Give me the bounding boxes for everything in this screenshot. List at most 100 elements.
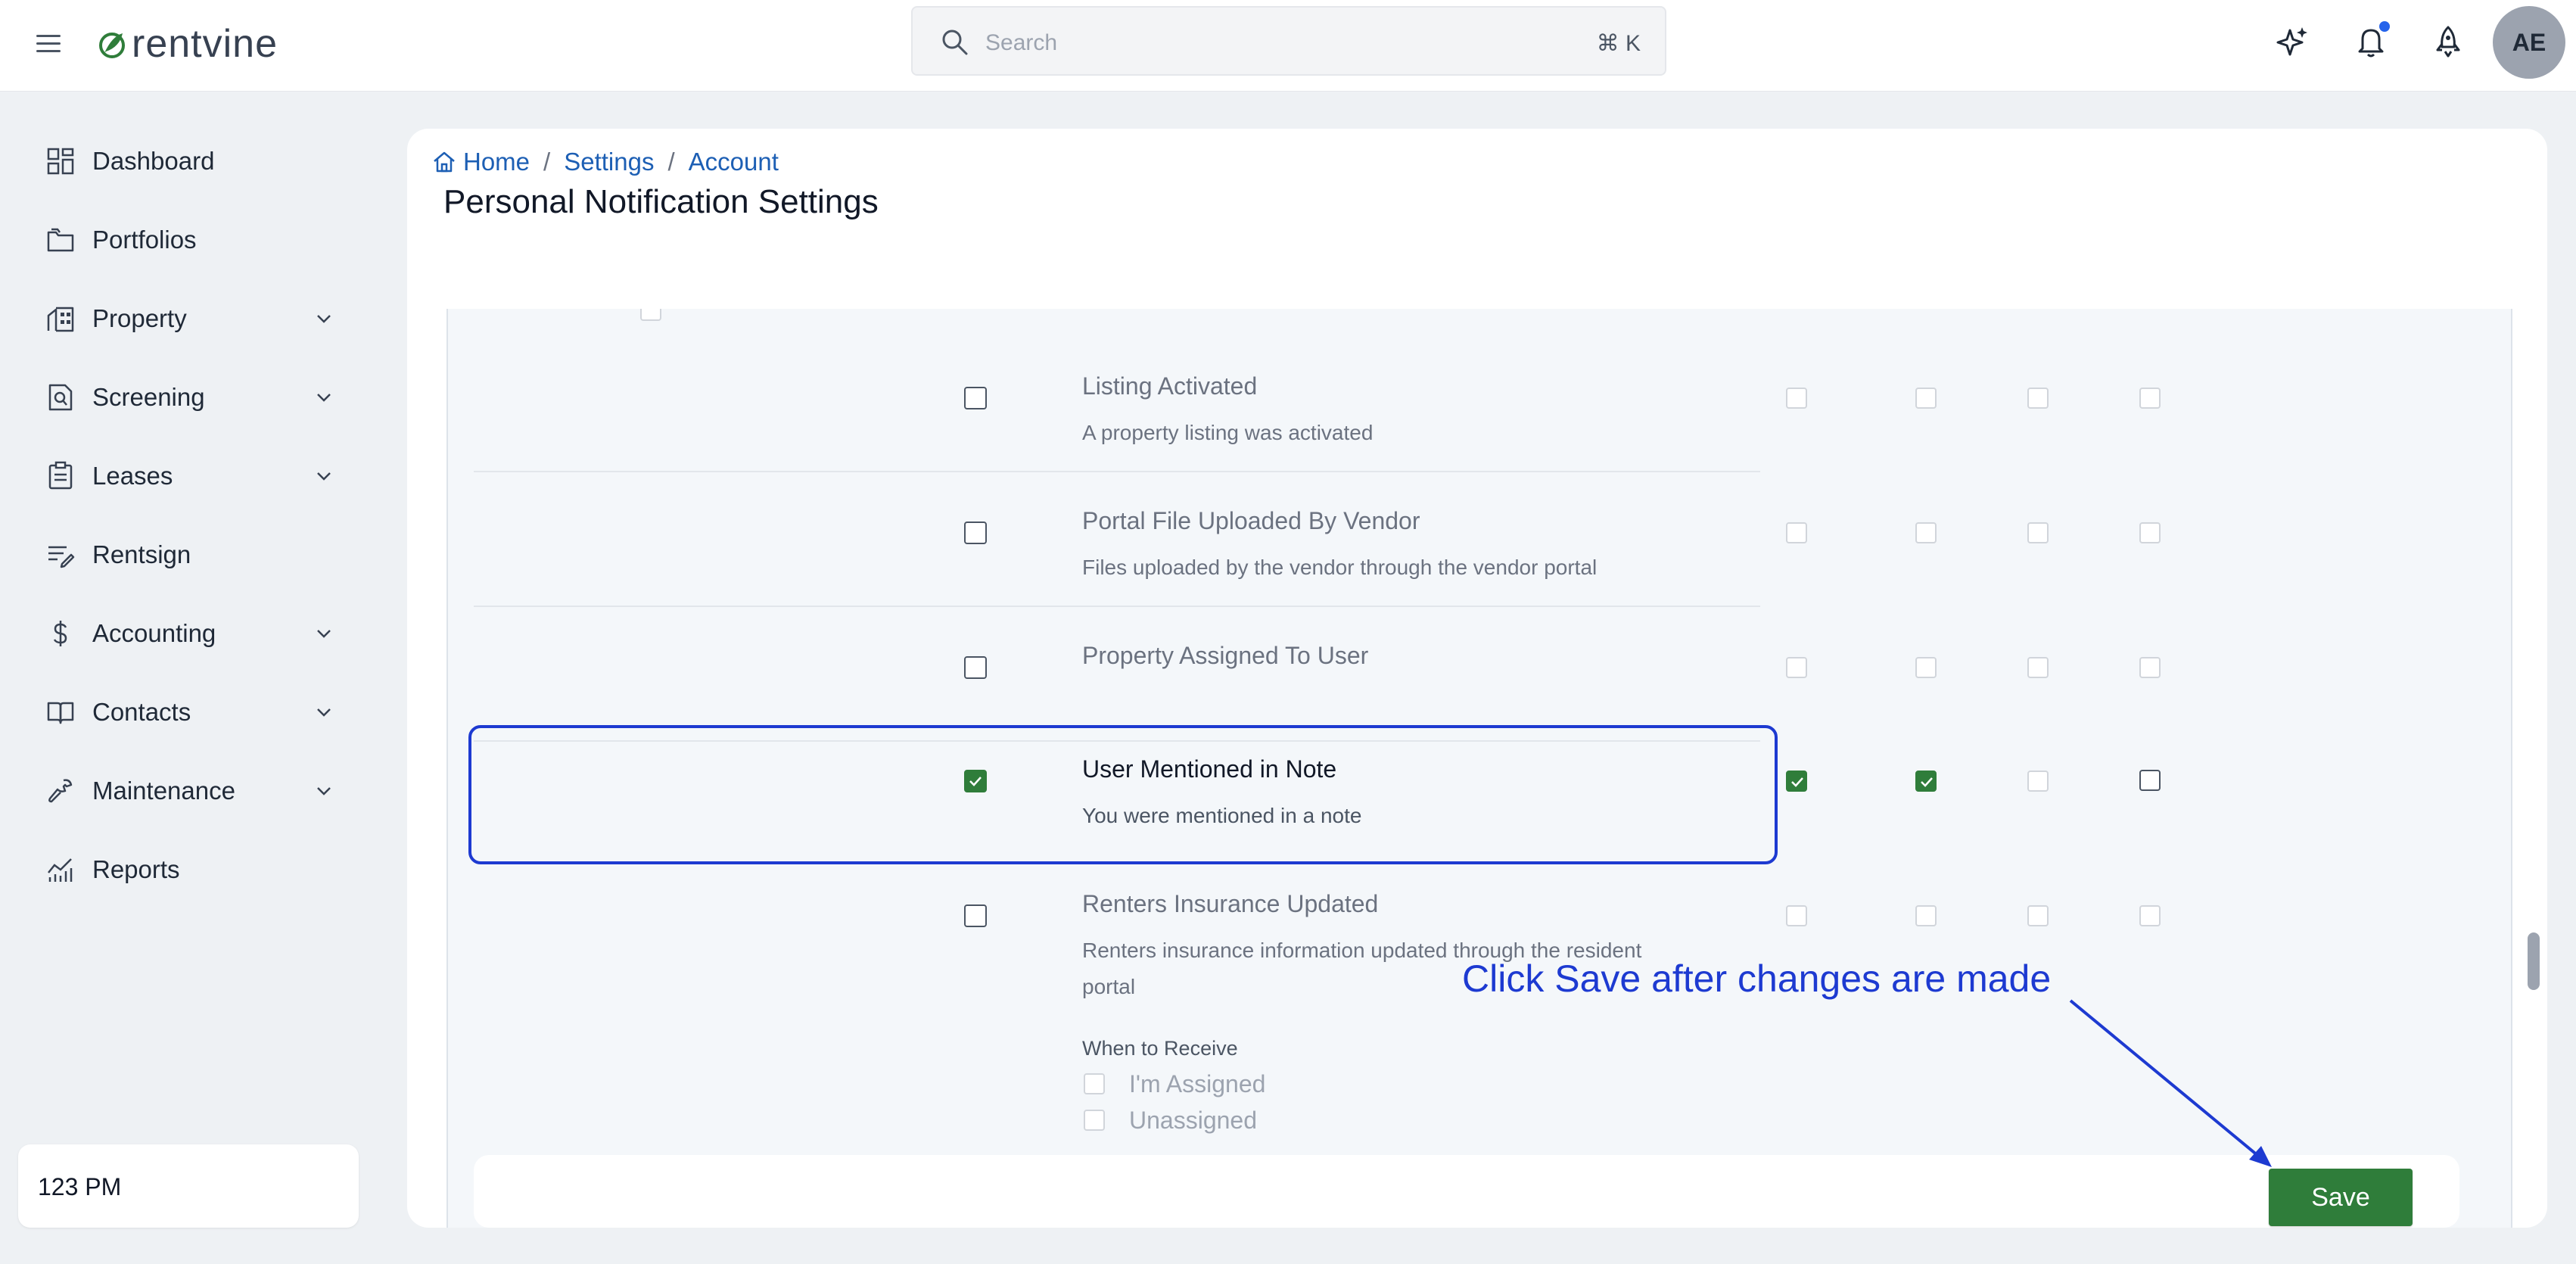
page-title: Personal Notification Settings — [443, 183, 879, 220]
notification-toggle-checkbox[interactable] — [964, 656, 987, 679]
channel-checkbox[interactable] — [2139, 388, 2161, 409]
option-checkbox[interactable] — [640, 309, 661, 321]
notification-title: Portal File Uploaded By Vendor — [1082, 507, 1420, 534]
check-icon — [1791, 777, 1803, 787]
top-bar: rentvine Search ⌘ K AE — [0, 0, 2576, 92]
avatar[interactable]: AE — [2493, 6, 2565, 79]
notification-toggle-checkbox[interactable] — [964, 387, 987, 409]
option-checkbox[interactable] — [1084, 1073, 1105, 1094]
sign-icon — [48, 546, 75, 568]
sidebar-item-label: Leases — [92, 462, 173, 490]
sidebar-item-label: Accounting — [92, 619, 216, 647]
channel-checkbox[interactable] — [2027, 522, 2049, 543]
wrench-icon — [48, 779, 73, 803]
folder-icon — [47, 228, 74, 252]
home-icon[interactable] — [431, 149, 457, 175]
sidebar-item-contacts[interactable]: Contacts — [45, 690, 341, 735]
notification-toggle-checkbox[interactable] — [964, 521, 987, 544]
sidebar-item-dashboard[interactable]: Dashboard — [45, 139, 341, 184]
channel-checkbox[interactable] — [2027, 657, 2049, 678]
breadcrumb-account[interactable]: Account — [689, 148, 779, 176]
channel-checkbox[interactable] — [2139, 770, 2161, 791]
notification-toggle-checkbox[interactable] — [964, 904, 987, 927]
notification-description: Files uploaded by the vendor through the… — [1082, 556, 1598, 579]
channel-checkbox[interactable] — [1915, 388, 1937, 409]
sidebar-item-portfolios[interactable]: Portfolios — [45, 217, 341, 263]
sidebar-item-maintenance[interactable]: Maintenance — [45, 768, 341, 814]
rocket-icon[interactable] — [2429, 23, 2467, 61]
screening-icon — [48, 384, 73, 411]
sparkle-icon[interactable] — [2273, 23, 2311, 61]
option-label: Unassigned — [1129, 1107, 1257, 1134]
sidebar-item-screening[interactable]: Screening — [45, 375, 341, 420]
dollar-icon — [53, 621, 67, 646]
notification-description: A property listing was activated — [1082, 421, 1374, 444]
channel-checkbox[interactable] — [1786, 771, 1807, 792]
annotation-arrow-icon — [2069, 999, 2272, 1167]
channel-checkbox[interactable] — [1915, 522, 1937, 543]
sidebar-item-label: Contacts — [92, 698, 191, 726]
when-to-receive-label: When to Receive — [1082, 1037, 1238, 1060]
row-divider — [474, 471, 1760, 472]
channel-checkbox[interactable] — [2027, 905, 2049, 926]
channel-checkbox[interactable] — [2027, 388, 2049, 409]
chevron-down-icon — [317, 472, 331, 481]
sidebar-item-rentsign[interactable]: Rentsign — [45, 532, 341, 578]
chevron-down-icon — [317, 630, 331, 638]
channel-checkbox[interactable] — [1915, 771, 1937, 792]
sidebar-item-property[interactable]: Property — [45, 296, 341, 341]
search-icon — [942, 30, 968, 55]
notification-description: portal — [1082, 975, 1136, 998]
breadcrumb: Home / Settings / Account — [431, 145, 779, 179]
channel-checkbox[interactable] — [2139, 522, 2161, 543]
row-divider — [474, 606, 1760, 607]
time-widget: 123 PM — [18, 1144, 359, 1228]
breadcrumb-settings[interactable]: Settings — [564, 148, 654, 176]
chevron-down-icon — [317, 787, 331, 795]
channel-checkbox[interactable] — [1786, 905, 1807, 926]
notification-badge — [2379, 21, 2390, 32]
chevron-down-icon — [317, 394, 331, 402]
breadcrumb-home[interactable]: Home — [463, 148, 530, 176]
sidebar-item-leases[interactable]: Leases — [45, 453, 341, 499]
sidebar-item-label: Maintenance — [92, 777, 235, 805]
sidebar-item-label: Reports — [92, 855, 180, 883]
highlight-box — [468, 725, 1778, 864]
leaf-icon — [99, 33, 125, 58]
sidebar-item-accounting[interactable]: Accounting — [45, 611, 341, 656]
logo[interactable]: rentvine — [97, 20, 278, 68]
sidebar-item-label: Property — [92, 304, 187, 332]
menu-icon[interactable] — [33, 29, 64, 59]
sidebar-item-label: Dashboard — [92, 147, 215, 175]
dashboard-icon — [47, 148, 74, 175]
channel-checkbox[interactable] — [2139, 657, 2161, 678]
chevron-down-icon — [317, 315, 331, 323]
sidebar-item-label: Rentsign — [92, 540, 191, 568]
logo-text: rentvine — [132, 22, 278, 66]
sidebar-item-reports[interactable]: Reports — [45, 847, 341, 892]
building-icon — [47, 307, 74, 332]
sidebar-item-label: Screening — [92, 383, 205, 411]
search-input[interactable]: Search — [985, 30, 1057, 56]
channel-checkbox[interactable] — [1915, 905, 1937, 926]
channel-checkbox[interactable] — [2139, 905, 2161, 926]
search-bar[interactable]: Search ⌘ K — [911, 6, 1666, 76]
save-button[interactable]: Save — [2269, 1169, 2413, 1226]
breadcrumb-separator: / — [667, 148, 675, 176]
channel-checkbox[interactable] — [2027, 771, 2049, 792]
notification-title: Renters Insurance Updated — [1082, 890, 1379, 917]
chart-icon — [48, 858, 73, 882]
channel-checkbox[interactable] — [1786, 522, 1807, 543]
breadcrumb-separator: / — [543, 148, 551, 176]
option-label: I'm Assigned — [1129, 1070, 1266, 1097]
scrollbar[interactable] — [2528, 932, 2540, 990]
book-icon — [47, 702, 74, 724]
search-shortcut: ⌘ K — [1596, 31, 1641, 56]
channel-checkbox[interactable] — [1786, 388, 1807, 409]
chevron-down-icon — [317, 708, 331, 717]
channel-checkbox[interactable] — [1915, 657, 1937, 678]
annotation-text: Click Save after changes are made — [1462, 957, 2052, 1000]
channel-checkbox[interactable] — [1786, 657, 1807, 678]
time-text: 123 PM — [38, 1173, 122, 1200]
option-checkbox[interactable] — [1084, 1110, 1105, 1131]
